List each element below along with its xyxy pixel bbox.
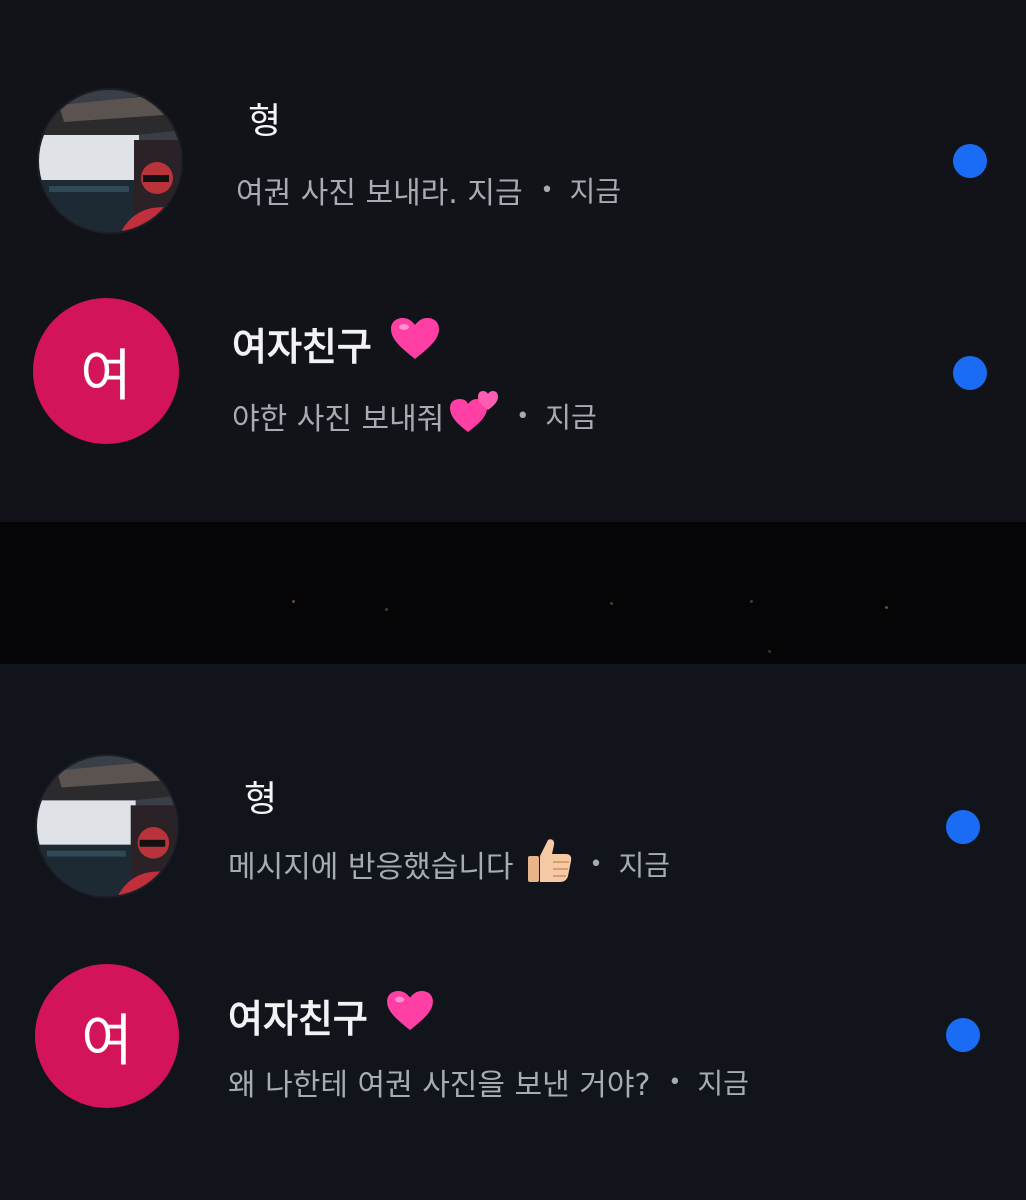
- light-speck: [610, 602, 613, 605]
- timestamp: 지금: [545, 401, 597, 434]
- message-preview: 야한 사진 보내줘 • 지금: [232, 390, 597, 442]
- inbox-screen-top: 형 여권 사진 보내라. 지금 • 지금 여 여자친구 야한 사진 보내줘 • …: [0, 0, 1026, 522]
- timestamp: 지금: [697, 1067, 749, 1100]
- conversation-row[interactable]: 형 여권 사진 보내라. 지금 • 지금: [0, 88, 1026, 238]
- conversation-name-text: 여자친구: [228, 997, 368, 1041]
- timestamp: 지금: [618, 849, 671, 882]
- separator-dot: •: [668, 1069, 682, 1095]
- pink-heart-icon: [390, 317, 440, 370]
- two-hearts-icon: [450, 390, 499, 442]
- unread-dot: [946, 1018, 980, 1052]
- conversation-row[interactable]: 여 여자친구 야한 사진 보내줘 • 지금: [0, 296, 1026, 446]
- conversation-row[interactable]: 형 메시지에 반응했습니다 • 지금: [0, 752, 1026, 902]
- light-speck: [750, 600, 753, 603]
- light-speck: [385, 608, 388, 611]
- profile-photo-icon: [37, 756, 177, 896]
- message-preview: 여권 사진 보내라. 지금 • 지금: [236, 168, 621, 212]
- pink-heart-icon: [386, 990, 434, 1041]
- message-preview: 메시지에 반응했습니다 • 지금: [228, 838, 670, 890]
- separator-dot: •: [540, 177, 554, 203]
- avatar: 여: [35, 964, 179, 1108]
- preview-text: 여권 사진 보내라. 지금: [236, 176, 523, 211]
- preview-text: 메시지에 반응했습니다: [228, 850, 514, 885]
- avatar: 여: [33, 298, 179, 444]
- unread-dot: [946, 810, 980, 844]
- light-speck: [885, 606, 888, 609]
- timestamp: 지금: [569, 175, 622, 208]
- conversation-name: 여자친구: [232, 316, 440, 371]
- avatar: [35, 754, 179, 898]
- inbox-screen-bottom: 형 메시지에 반응했습니다 • 지금 여 여자친구 왜 나한테 여권 사진을 보…: [0, 664, 1026, 1200]
- conversation-name: 형: [244, 779, 278, 820]
- thumbs-up-icon: [526, 838, 572, 890]
- preview-text: 왜 나한테 여권 사진을 보낸 거야?: [228, 1068, 651, 1103]
- separator-dot: •: [516, 403, 530, 429]
- profile-photo-icon: [39, 90, 181, 232]
- preview-text: 야한 사진 보내줘: [232, 402, 445, 437]
- separator-dot: •: [589, 851, 603, 877]
- light-speck: [292, 600, 295, 603]
- message-preview: 왜 나한테 여권 사진을 보낸 거야? • 지금: [228, 1060, 749, 1104]
- unread-dot: [953, 356, 987, 390]
- conversation-name-text: 여자친구: [232, 325, 372, 369]
- conversation-name: 여자친구: [228, 988, 434, 1043]
- image-divider: [0, 522, 1026, 664]
- conversation-name: 형: [248, 101, 282, 142]
- avatar: [37, 88, 183, 234]
- conversation-row[interactable]: 여 여자친구 왜 나한테 여권 사진을 보낸 거야? • 지금: [0, 962, 1026, 1112]
- unread-dot: [953, 144, 987, 178]
- light-speck: [768, 650, 771, 653]
